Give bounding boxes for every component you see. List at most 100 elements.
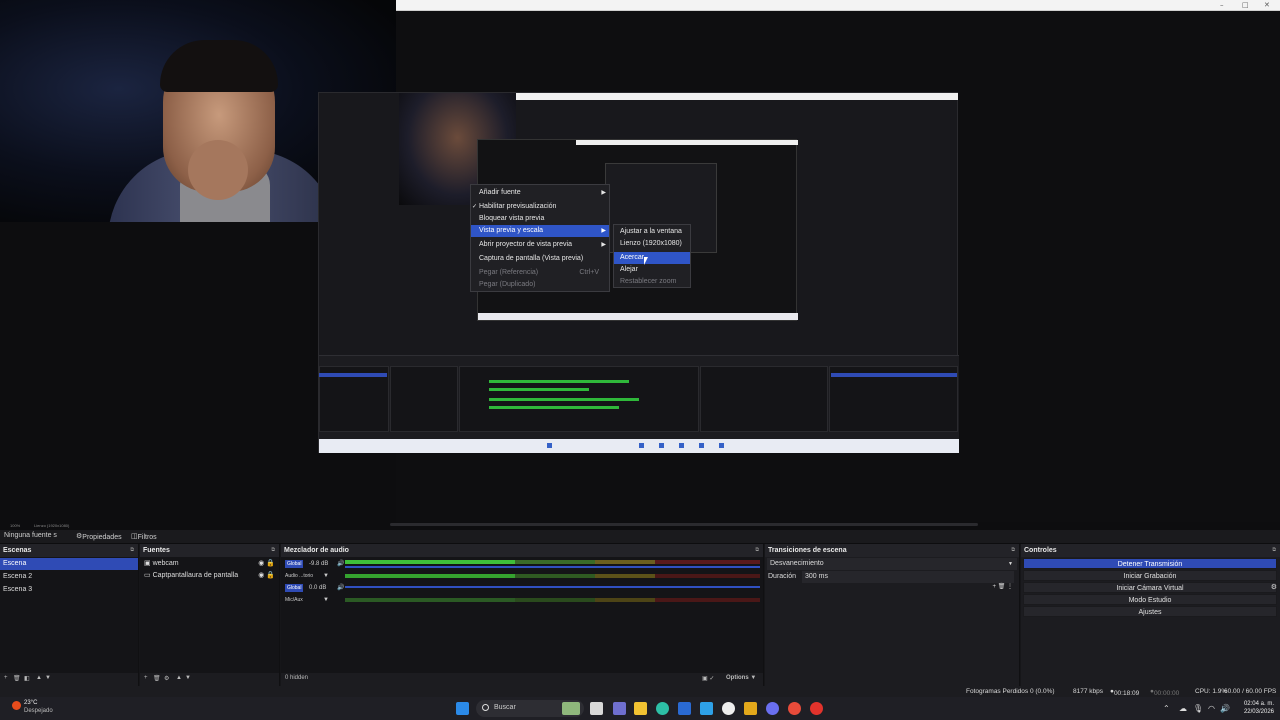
duration-row: Duración 300 ms bbox=[765, 571, 1019, 583]
clock-date: 22/03/2026 bbox=[1243, 709, 1274, 715]
hidden-count[interactable]: 0 hidden bbox=[285, 675, 308, 681]
source-item[interactable]: ▭ Captpantallaura de pantalla ◉ 🔒 bbox=[140, 570, 279, 582]
chevron-down-icon[interactable]: ▼ bbox=[323, 594, 329, 606]
volume-icon[interactable]: 🔊 bbox=[337, 582, 344, 594]
volume-slider[interactable] bbox=[345, 566, 760, 568]
chevron-right-icon: ▶ bbox=[601, 242, 606, 248]
chevron-down-icon[interactable]: ▼ bbox=[323, 570, 329, 582]
properties-bar: Ninguna fuente s ⚙ Propiedades ◫ Filtros bbox=[0, 530, 1280, 543]
gear-icon[interactable]: ⚙ bbox=[1271, 583, 1277, 591]
obs-icon[interactable] bbox=[722, 702, 735, 715]
chevron-up-icon[interactable]: ▲ bbox=[176, 675, 182, 681]
start-icon[interactable] bbox=[456, 702, 469, 715]
studio-mode-button[interactable]: Modo Estudio bbox=[1023, 594, 1277, 605]
microphone-icon[interactable]: 🎙 bbox=[1193, 704, 1203, 713]
settings-button[interactable]: Ajustes bbox=[1023, 606, 1277, 617]
start-recording-button[interactable]: Iniciar Grabación bbox=[1023, 570, 1277, 581]
minimize-icon[interactable]: – bbox=[1220, 1, 1224, 9]
properties-button[interactable]: ⚙ Propiedades bbox=[76, 532, 122, 541]
canvas-size[interactable]: Lienzo (1920x1080) bbox=[34, 523, 69, 528]
start-virtual-camera-button[interactable]: Iniciar Cámara Virtual bbox=[1023, 582, 1277, 593]
scene-item[interactable]: Escena bbox=[0, 558, 138, 570]
transitions-dock: Transiciones de escena ⧉ Desvanecimiento ▼… bbox=[765, 544, 1020, 686]
edge-icon[interactable] bbox=[656, 702, 669, 715]
chevron-right-icon: ▶ bbox=[601, 228, 606, 234]
menu-item-preview-scaling[interactable]: Vista previa y escala ▶ bbox=[471, 225, 609, 237]
scene-item[interactable]: Escena 3 bbox=[0, 584, 138, 596]
options-button[interactable]: Options ▼ bbox=[726, 675, 756, 681]
submenu-canvas[interactable]: Lienzo (1920x1080) bbox=[614, 238, 690, 250]
volume-slider[interactable] bbox=[345, 586, 760, 588]
widgets-icon[interactable] bbox=[562, 702, 580, 715]
dock-float-icon[interactable]: ⧉ bbox=[755, 547, 759, 553]
submenu-zoom-out[interactable]: Alejar bbox=[614, 264, 690, 276]
submenu-zoom-in[interactable]: Acercar bbox=[614, 252, 690, 264]
menu-item-enable-preview[interactable]: ✓ Habilitar previsualización bbox=[471, 201, 609, 213]
eye-lock-icons[interactable]: ◉ 🔒 bbox=[258, 570, 275, 582]
channel-db: 0.0 dB bbox=[309, 585, 327, 591]
onedrive-icon[interactable]: ☁ bbox=[1179, 704, 1187, 713]
discord-icon[interactable] bbox=[766, 702, 779, 715]
vpn-icon[interactable] bbox=[700, 702, 713, 715]
menu-item-paste-duplicate[interactable]: Pegar (Duplicado) bbox=[471, 279, 609, 291]
file-icon[interactable] bbox=[590, 702, 603, 715]
cpu-usage: CPU: 1.9% bbox=[1195, 688, 1228, 695]
duration-input[interactable]: 300 ms bbox=[802, 571, 1015, 583]
maximize-icon[interactable]: □ bbox=[1242, 1, 1249, 9]
volume-icon[interactable]: 🔊 bbox=[1220, 704, 1230, 713]
stop-streaming-button[interactable]: Detener Transmisión bbox=[1023, 558, 1277, 569]
zoom-level[interactable]: 100% bbox=[10, 523, 20, 528]
menu-item-open-projector[interactable]: Abrir proyector de vista previa ▶ bbox=[471, 239, 609, 251]
wifi-icon[interactable]: ◠ bbox=[1208, 704, 1215, 713]
bitrate: 8177 kbps bbox=[1073, 688, 1103, 695]
preview-scrollbar[interactable] bbox=[390, 523, 978, 526]
dock-float-icon[interactable]: ⧉ bbox=[1011, 547, 1015, 553]
source-item[interactable]: ▣ webcam ◉ 🔒 bbox=[140, 558, 279, 570]
dropped-frames: Fotogramas Perdidos 0 (0.0%) bbox=[966, 688, 1055, 695]
filters-button[interactable]: ◫ Filtros bbox=[131, 532, 157, 541]
close-icon[interactable]: ✕ bbox=[1264, 1, 1270, 9]
channel-badge[interactable]: Global bbox=[285, 560, 304, 568]
audio-mixer-dock: Mezclador de audio ⧉ Global -9.8 dB 🔊 Aud… bbox=[281, 544, 764, 686]
transition-select[interactable]: Desvanecimiento ▼ bbox=[767, 558, 1017, 570]
trash-icon[interactable]: 🗑 bbox=[153, 675, 161, 682]
scene-item[interactable]: Escena 2 bbox=[0, 571, 138, 583]
gear-icon[interactable]: ⚙ bbox=[164, 675, 169, 682]
teams-icon[interactable] bbox=[613, 702, 626, 715]
chevron-down-icon[interactable]: ▼ bbox=[185, 675, 191, 681]
trash-icon[interactable]: 🗑 bbox=[13, 675, 21, 682]
menu-item-paste-reference[interactable]: Pegar (Referencia) Ctrl+V bbox=[471, 267, 609, 279]
stream-time: ● 00:18:09 bbox=[1110, 688, 1140, 697]
filter-icon[interactable]: ◧ bbox=[24, 675, 30, 682]
menu-item-screenshot-preview[interactable]: Captura de pantalla (Vista previa) bbox=[471, 253, 609, 265]
explorer-icon[interactable] bbox=[634, 702, 647, 715]
add-scene-icon[interactable]: + bbox=[4, 675, 8, 681]
dock-float-icon[interactable]: ⧉ bbox=[130, 547, 134, 553]
weather-temp[interactable]: 23°C bbox=[24, 700, 37, 706]
controls-dock: Controles ⧉ Detener Transmisión Iniciar G… bbox=[1021, 544, 1280, 686]
store-icon[interactable] bbox=[678, 702, 691, 715]
weather-status[interactable]: Despejado bbox=[24, 708, 53, 714]
dock-float-icon[interactable]: ⧉ bbox=[271, 547, 275, 553]
record-icon[interactable] bbox=[810, 702, 823, 715]
volume-icon[interactable]: 🔊 bbox=[337, 558, 344, 570]
eye-lock-icons[interactable]: ◉ 🔒 bbox=[258, 558, 275, 570]
channel-badge[interactable]: Global bbox=[285, 584, 304, 592]
mixer-menu-icon[interactable]: ▣ ✓ bbox=[702, 675, 714, 682]
sources-title: Fuentes bbox=[143, 547, 170, 554]
submenu-fit-window[interactable]: Ajustar a la ventana bbox=[614, 226, 690, 238]
duration-label: Duración bbox=[768, 573, 797, 580]
clock[interactable]: 02:04 a. m. 22/03/2026 bbox=[1244, 700, 1274, 716]
dock-float-icon[interactable]: ⧉ bbox=[1272, 547, 1276, 553]
chevron-up-icon[interactable]: ▲ bbox=[36, 675, 42, 681]
chevron-down-icon[interactable]: ▼ bbox=[45, 675, 51, 681]
weather-icon[interactable] bbox=[12, 701, 21, 710]
chevron-up-icon[interactable]: ⌃ bbox=[1163, 704, 1170, 713]
transition-buttons-icon[interactable]: + 🗑 ⋮ bbox=[993, 583, 1013, 590]
menu-item-add-source[interactable]: Añadir fuente ▶ bbox=[471, 187, 609, 199]
app-icon[interactable] bbox=[744, 702, 757, 715]
menu-item-lock-preview[interactable]: Bloquear vista previa bbox=[471, 213, 609, 225]
chrome-icon[interactable] bbox=[788, 702, 801, 715]
submenu-reset-zoom[interactable]: Restablecer zoom bbox=[614, 276, 690, 288]
add-source-icon[interactable]: + bbox=[144, 675, 148, 681]
